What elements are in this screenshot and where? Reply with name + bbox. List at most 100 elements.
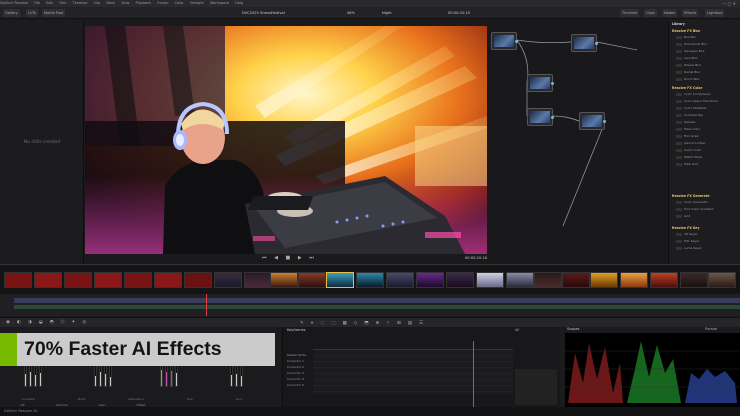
clips-button[interactable]: Clips: [644, 9, 657, 17]
menu-item[interactable]: Fairlight: [190, 1, 204, 5]
clip-thumbnail[interactable]: [214, 272, 242, 288]
library-item[interactable]: Match Move: [676, 155, 702, 160]
lightbox-button[interactable]: Lightbox: [705, 9, 725, 17]
clip-thumbnail[interactable]: [650, 272, 678, 288]
library-item[interactable]: Color Compressor: [676, 92, 711, 97]
timeline-button[interactable]: Timeline: [620, 9, 640, 17]
node-02[interactable]: [571, 34, 598, 52]
clip-thumbnail[interactable]: [446, 272, 474, 288]
transport-controls[interactable]: ⏮ ◀ ■ ▶ ⏭: [262, 255, 317, 261]
library-item[interactable]: False Color: [676, 127, 700, 132]
menu-item[interactable]: Mark: [106, 1, 115, 5]
menu-item[interactable]: Color: [175, 1, 184, 5]
library-item[interactable]: 3D Keyer: [676, 232, 698, 237]
node-01[interactable]: [491, 32, 518, 50]
library-section-title[interactable]: Resolve FX Generate: [672, 194, 710, 198]
menu-item[interactable]: Workspace: [210, 1, 229, 5]
palette-icons[interactable]: ◉◐◑◒◓⬡✦◎: [6, 320, 93, 325]
video-track[interactable]: [14, 298, 740, 303]
clip-thumbnail[interactable]: [534, 272, 562, 288]
library-item[interactable]: Four Color Gradient: [676, 207, 713, 212]
luts-button[interactable]: LUTs: [26, 9, 38, 17]
library-item[interactable]: Box Blur: [676, 35, 697, 40]
param-label[interactable]: Saturation: [128, 397, 144, 401]
library-item[interactable]: Dehaze: [676, 120, 695, 125]
menu-item[interactable]: File: [34, 1, 40, 5]
nodes-button[interactable]: Nodes: [662, 9, 678, 17]
tool-icons[interactable]: ✎⌖◌⬚▦◇⬒⊕✧⊞▤☰: [300, 320, 430, 326]
playhead[interactable]: [206, 294, 207, 316]
clip-thumbnail[interactable]: [244, 272, 272, 288]
library-section-title[interactable]: Resolve FX Blur: [672, 29, 700, 33]
param-label[interactable]: Hue: [187, 397, 193, 401]
menu-item[interactable]: View: [121, 1, 129, 5]
clip-thumbnail[interactable]: [124, 272, 152, 288]
menu-item[interactable]: DaVinci Resolve: [0, 1, 28, 5]
library-item[interactable]: Zoom Blur: [676, 77, 700, 82]
library-item[interactable]: Mosaic Blur: [676, 63, 701, 68]
library-item[interactable]: Gamut Limiter: [676, 141, 706, 146]
clip-thumbnail[interactable]: [562, 272, 590, 288]
library-item[interactable]: Gaussian Blur: [676, 49, 705, 54]
viewer[interactable]: [85, 26, 487, 254]
library-section-title[interactable]: Resolve FX Key: [672, 226, 700, 230]
menu-item[interactable]: Trim: [59, 1, 66, 5]
menu-item[interactable]: Clip: [94, 1, 101, 5]
library-item[interactable]: Lens Blur: [676, 56, 698, 61]
keyframes-panel[interactable]: Keyframes All Master Node Corrector 1 Co…: [282, 327, 560, 407]
library-item[interactable]: Luma Keyer: [676, 246, 702, 251]
clip-thumbnail[interactable]: [386, 272, 414, 288]
clip-thumbnail[interactable]: [64, 272, 92, 288]
clip-thumbnail[interactable]: [680, 272, 708, 288]
keyframe-lanes[interactable]: [313, 349, 513, 394]
gallery-button[interactable]: Gallery: [3, 9, 20, 17]
clip-thumbnail[interactable]: [620, 272, 648, 288]
library-item[interactable]: Color Generator: [676, 200, 708, 205]
param-label[interactable]: Pivot: [78, 397, 85, 401]
keyframe-tools[interactable]: [515, 369, 557, 405]
node-editor[interactable]: [487, 20, 667, 264]
menu-item[interactable]: Help: [235, 1, 243, 5]
library-item[interactable]: Invert Color: [676, 148, 702, 153]
menu-item[interactable]: Fusion: [157, 1, 168, 5]
library-item[interactable]: Directional Blur: [676, 42, 707, 47]
param-label[interactable]: Contrast: [22, 397, 35, 401]
node-04[interactable]: [527, 108, 554, 126]
clip-thumbnail[interactable]: [34, 272, 62, 288]
media-pool-button[interactable]: Media Pool: [42, 9, 66, 17]
keyframe-playhead[interactable]: [473, 341, 474, 407]
clip-thumbnail[interactable]: [94, 272, 122, 288]
clip-thumbnail[interactable]: [298, 272, 326, 288]
zoom-level[interactable]: 46%: [347, 9, 355, 17]
library-item[interactable]: Color Space Transform: [676, 99, 718, 104]
clip-thumbnail-selected[interactable]: [326, 272, 354, 288]
window-controls[interactable]: — ▢ ✕: [722, 0, 736, 7]
library-section-title[interactable]: Resolve FX Color: [672, 86, 702, 90]
library-item[interactable]: Radial Blur: [676, 70, 700, 75]
clip-thumbnail[interactable]: [590, 272, 618, 288]
clip-thumbnail[interactable]: [184, 272, 212, 288]
menu-item[interactable]: Edit: [46, 1, 53, 5]
clip-thumbnail[interactable]: [154, 272, 182, 288]
node-03[interactable]: [527, 74, 554, 92]
scopes-mode[interactable]: Parade: [705, 327, 717, 331]
menu-item[interactable]: Playback: [136, 1, 152, 5]
library-item[interactable]: Film Grain: [676, 134, 699, 139]
clip-thumbnail[interactable]: [416, 272, 444, 288]
clip-thumbnail[interactable]: [476, 272, 504, 288]
library-item[interactable]: Pixel Grid: [676, 162, 698, 167]
library-item[interactable]: HSL Keyer: [676, 239, 699, 244]
mini-timeline[interactable]: [0, 294, 740, 316]
clip-thumbnail[interactable]: [506, 272, 534, 288]
keyframes-mode[interactable]: All: [515, 328, 519, 332]
library-item[interactable]: Grid: [676, 214, 690, 219]
clip-thumbnail[interactable]: [708, 272, 736, 288]
library-item[interactable]: Contrast Pop: [676, 113, 703, 118]
node-05[interactable]: [579, 112, 606, 130]
clip-thumbnail[interactable]: [4, 272, 32, 288]
effects-button[interactable]: Effects: [682, 9, 699, 17]
clip-thumbnail[interactable]: [270, 272, 298, 288]
library-item[interactable]: Color Stabilizer: [676, 106, 707, 111]
menu-item[interactable]: Timeline: [73, 1, 88, 5]
clip-thumbnail[interactable]: [356, 272, 384, 288]
